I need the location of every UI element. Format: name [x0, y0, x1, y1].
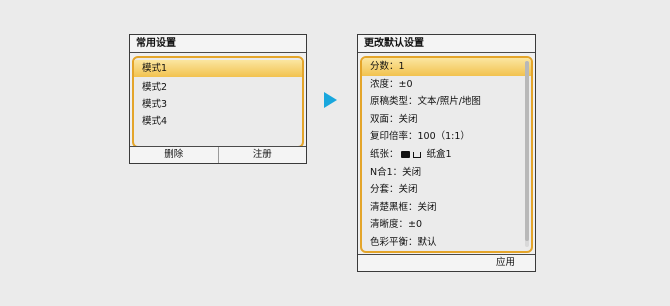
register-button[interactable]: 注册	[217, 147, 307, 163]
change-default-settings-screen: 更改默认设置 分数：1 浓度：±0 原稿类型：文本/照片/地图 双面：关闭 复印…	[357, 34, 536, 272]
list-item-erase-frame[interactable]: 清楚黑框：关闭	[362, 199, 531, 217]
mode-list: 模式1 模式2 模式3 模式4	[132, 56, 304, 148]
list-item-mode4[interactable]: 模式4	[134, 113, 302, 130]
scrollbar-thumb[interactable]	[525, 61, 529, 241]
right-arrow-icon	[324, 92, 337, 108]
list-item-n-in-1[interactable]: N合1：关闭	[362, 164, 531, 182]
paper-label: 纸张：	[370, 148, 399, 160]
list-item-mode1[interactable]: 模式1	[134, 60, 302, 77]
list-item-paper[interactable]: 纸张： 纸盒1	[362, 146, 531, 164]
settings-list: 分数：1 浓度：±0 原稿类型：文本/照片/地图 双面：关闭 复印倍率：100（…	[360, 56, 533, 253]
list-item-copies[interactable]: 分数：1	[362, 58, 531, 76]
list-item-mode2[interactable]: 模式2	[134, 79, 302, 96]
favorite-settings-screen: 常用设置 模式1 模式2 模式3 模式4 删除 注册	[129, 34, 307, 164]
bottom-action-bar: 应用	[358, 254, 535, 271]
delete-button[interactable]: 删除	[130, 147, 218, 163]
screen-title: 常用设置	[130, 35, 306, 53]
list-item-duplex[interactable]: 双面：关闭	[362, 111, 531, 129]
list-item-mode3[interactable]: 模式3	[134, 96, 302, 113]
bottom-action-bar: 删除 注册	[130, 146, 306, 163]
list-item-sharpness[interactable]: 清晰度：±0	[362, 216, 531, 234]
screen-title: 更改默认设置	[358, 35, 535, 53]
paper-tray-icon	[412, 151, 421, 158]
list-item-original-type[interactable]: 原稿类型：文本/照片/地图	[362, 93, 531, 111]
paper-size-icon	[400, 150, 410, 158]
apply-button[interactable]: 应用	[476, 255, 535, 271]
list-item-density[interactable]: 浓度：±0	[362, 76, 531, 94]
list-item-copy-ratio[interactable]: 复印倍率：100（1:1）	[362, 128, 531, 146]
list-item-collate[interactable]: 分套：关闭	[362, 181, 531, 199]
list-item-color-balance[interactable]: 色彩平衡：默认	[362, 234, 531, 251]
bottom-bar-spacer	[358, 255, 476, 271]
paper-tray-label: 纸盒1	[426, 148, 452, 160]
list-scrollbar[interactable]	[525, 61, 529, 247]
